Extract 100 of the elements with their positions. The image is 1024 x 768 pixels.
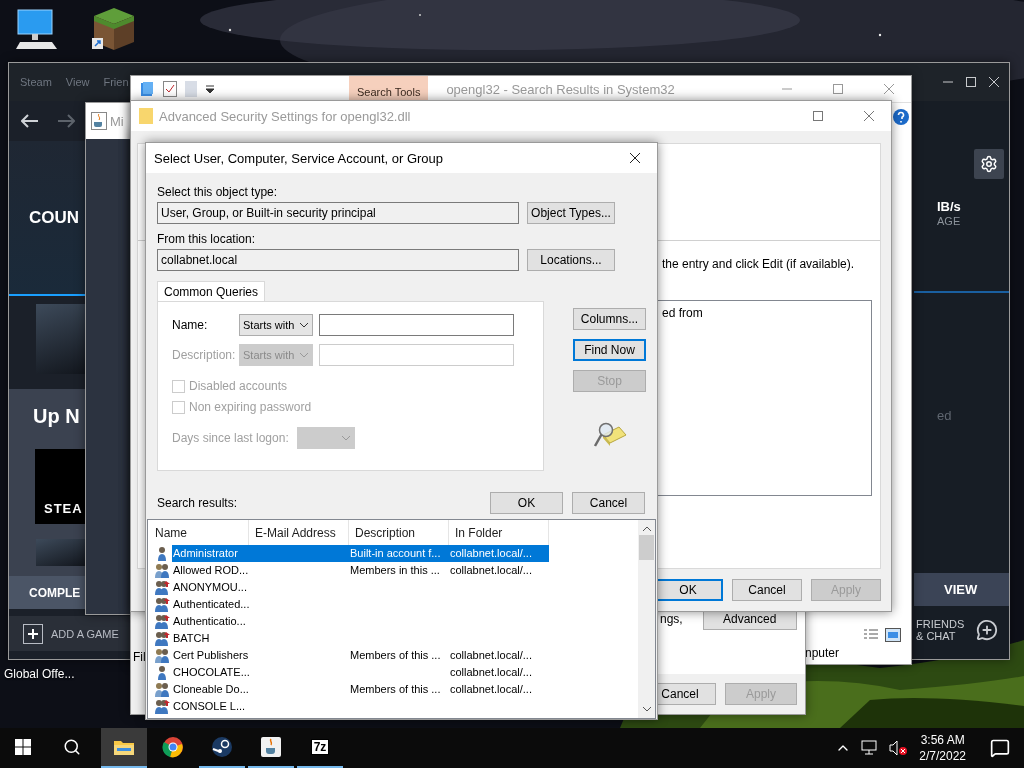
- users-icon: [154, 681, 171, 698]
- name-cell-text: Cert Publishers: [172, 648, 249, 663]
- result-row[interactable]: ANONYMOU...: [172, 579, 549, 596]
- taskbar-button[interactable]: [101, 728, 147, 768]
- menu-item[interactable]: Steam: [20, 76, 52, 88]
- computer-icon[interactable]: [14, 8, 60, 52]
- clock[interactable]: 3:56 AM 2/7/2022: [919, 731, 966, 765]
- result-row[interactable]: Authenticatio...: [172, 613, 549, 630]
- scroll-up-icon[interactable]: [641, 525, 652, 533]
- magnifier-icon: [593, 421, 627, 449]
- result-row[interactable]: CONSOLE L...: [172, 698, 549, 715]
- folder-icon: [113, 738, 135, 756]
- result-row[interactable]: Cert Publishers Members of this ... collabnet.local/...: [172, 647, 549, 664]
- name-cell-text: CONSOLE L...: [172, 699, 247, 714]
- checklist-icon[interactable]: [163, 81, 177, 97]
- close-icon: [628, 152, 641, 164]
- maximize-icon: [811, 110, 824, 122]
- game-thumbnail[interactable]: [36, 304, 85, 374]
- field-label: Days since last logon:: [172, 431, 289, 445]
- cancel-button[interactable]: Cancel: [572, 492, 645, 514]
- help-icon[interactable]: [893, 109, 909, 125]
- users-arrow-icon: [154, 613, 171, 630]
- app-label: 7z: [310, 739, 330, 755]
- friends-chat-label[interactable]: FRIENDS & CHAT: [916, 618, 968, 643]
- result-row[interactable]: CHOCOLATE... collabnet.local/...: [172, 664, 549, 681]
- network-icon[interactable]: [861, 740, 880, 756]
- forward-arrow-icon[interactable]: [57, 114, 75, 128]
- window-title: opengl32 - Search Results in System32: [446, 81, 675, 97]
- properties-icon[interactable]: [139, 81, 155, 97]
- close-icon: [988, 76, 1000, 88]
- chevron-down-icon: [299, 322, 309, 328]
- result-row[interactable]: BATCH: [172, 630, 549, 647]
- query-input[interactable]: [319, 314, 514, 336]
- object-types-button[interactable]: Object Types...: [527, 202, 615, 224]
- game-tile[interactable]: STEA: [35, 449, 85, 524]
- column-header: ed from: [662, 306, 703, 320]
- scroll-down-icon[interactable]: [641, 705, 652, 713]
- folder-icon: [139, 108, 153, 124]
- dropdown-icon[interactable]: [205, 84, 215, 94]
- field-label: Select this object type:: [157, 185, 279, 199]
- folder-cell-text: collabnet.local/...: [449, 648, 533, 663]
- locations-button[interactable]: Locations...: [527, 249, 615, 271]
- tile-title: STEA: [44, 501, 83, 516]
- folder-cell-text: collabnet.local/...: [449, 563, 533, 578]
- folder-cell-text: collabnet.local/...: [449, 546, 533, 561]
- window-title: Mi: [110, 113, 124, 129]
- users-arrow-icon: [154, 630, 171, 647]
- match-dropdown[interactable]: Starts with: [239, 314, 313, 336]
- stat-label: AGE: [937, 214, 962, 228]
- status-text: ed: [937, 407, 953, 424]
- search-icon: [63, 738, 81, 756]
- grass-block-icon[interactable]: [92, 6, 136, 52]
- dialog-button[interactable]: Cancel: [732, 579, 802, 601]
- settings-icon: [980, 155, 998, 173]
- menu-item[interactable]: View: [65, 76, 90, 88]
- description-cell-text: Built-in account f...: [349, 546, 442, 561]
- result-row[interactable]: Cloneable Do... Members of this ... collabnet.local/...: [172, 681, 549, 698]
- thumbnail-view-icon[interactable]: [885, 628, 901, 642]
- taskbar-button[interactable]: 7z: [297, 728, 343, 768]
- windows-icon: [15, 739, 31, 755]
- field-label: From this location:: [157, 232, 257, 246]
- chevron-down-icon: [299, 352, 309, 358]
- date-text: 2/7/2022: [919, 748, 966, 765]
- view-button[interactable]: VIEW: [914, 573, 1009, 607]
- query-button[interactable]: Find Now: [573, 339, 646, 361]
- chat-add-icon[interactable]: [976, 619, 998, 642]
- query-label: Description:: [172, 348, 237, 362]
- query-tab[interactable]: Common Queries: [157, 281, 266, 301]
- dialog-title: Select User, Computer, Service Account, or Group: [154, 150, 444, 166]
- name-cell-text: Administrator: [172, 546, 239, 561]
- close-icon: [862, 110, 875, 122]
- ribbon-tab[interactable]: Search Tools: [349, 76, 429, 102]
- coffee-cup-icon: [260, 736, 282, 758]
- window-title: Advanced Security Settings for opengl32.dll: [159, 108, 411, 124]
- add-game-button[interactable]: ADD A GAME: [9, 616, 131, 651]
- download-speed: IB/s: [937, 199, 962, 215]
- game-thumbnail[interactable]: [36, 539, 85, 566]
- description-cell-text: Members of this ...: [349, 682, 442, 697]
- maximize-icon: [965, 76, 977, 88]
- icon-label[interactable]: Global Offe...: [4, 667, 75, 681]
- instruction-text: the entry and click Edit (if available).: [662, 257, 856, 271]
- volume-muted-icon[interactable]: [889, 740, 908, 756]
- notifications-icon[interactable]: [990, 738, 1010, 758]
- location-field: collabnet.local: [157, 249, 519, 271]
- ok-button[interactable]: OK: [490, 492, 563, 514]
- name-cell-text: BATCH: [172, 631, 211, 646]
- coffee-cup-icon: [91, 112, 107, 130]
- query-button[interactable]: Columns...: [573, 308, 646, 330]
- name-cell-text: Authenticated...: [172, 597, 249, 612]
- settings-button[interactable]: [974, 149, 1004, 179]
- scroll-thumb[interactable]: [639, 535, 654, 560]
- description-cell-text: Members of this ...: [349, 648, 442, 663]
- scrollbar[interactable]: [638, 520, 655, 718]
- result-row[interactable]: Allowed ROD... Members in this ... collabnet.local/...: [172, 562, 549, 579]
- results-label: Search results:: [157, 496, 238, 510]
- checkbox-label: Disabled accounts: [189, 379, 288, 393]
- back-arrow-icon[interactable]: [21, 114, 39, 128]
- result-row[interactable]: Authenticated...: [172, 596, 549, 613]
- section-title: Up N: [32, 404, 81, 429]
- result-row[interactable]: Administrator Built-in account f... collabnet.local/...: [172, 545, 549, 562]
